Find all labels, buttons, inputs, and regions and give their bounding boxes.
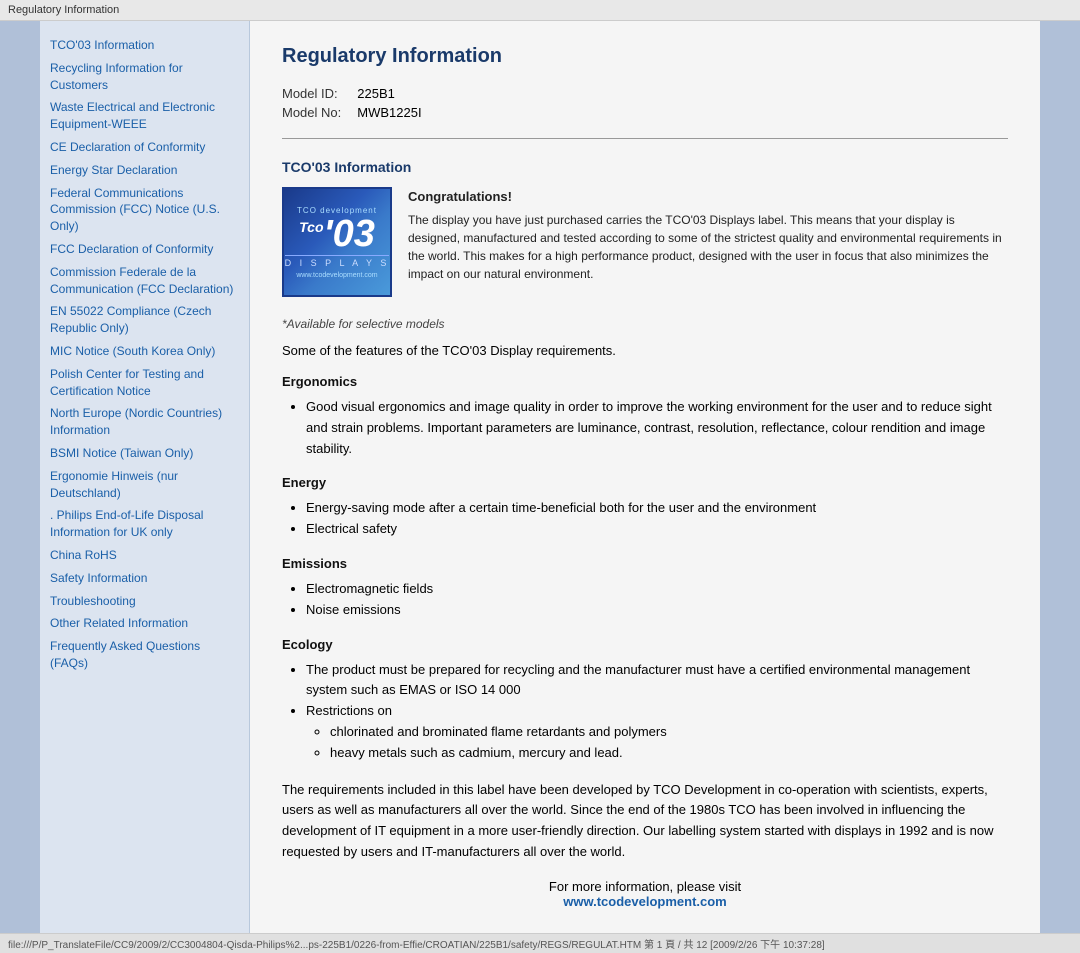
right-panel [1040,21,1080,933]
left-panel [0,21,40,933]
sidebar-link-philips[interactable]: . Philips End-of-Life Disposal Informati… [50,507,239,541]
tco-description: Congratulations! The display you have ju… [408,187,1008,297]
sidebar-link-ce[interactable]: CE Declaration of Conformity [50,139,239,156]
sidebar-link-ergonomie[interactable]: Ergonomie Hinweis (nur Deutschland) [50,468,239,502]
center-text: For more information, please visit [549,879,741,894]
sidebar: TCO'03 Information Recycling Information … [40,21,250,933]
sidebar-link-troubleshooting[interactable]: Troubleshooting [50,593,239,610]
model-info: Model ID: 225B1 Model No: MWB1225I [282,84,1008,122]
tco-number: 03 [333,213,375,255]
body-text: The requirements included in this label … [282,780,1008,863]
energy-list: Energy-saving mode after a certain time-… [282,498,1008,540]
ecology-list: The product must be prepared for recycli… [282,660,1008,764]
sidebar-link-fcc-conformity[interactable]: FCC Declaration of Conformity [50,241,239,258]
model-divider [282,138,1008,139]
tco-logo: TCO development Tco '03 D I S P L A Y S … [282,187,392,297]
sidebar-link-faqs[interactable]: Frequently Asked Questions (FAQs) [50,638,239,672]
page-title: Regulatory Information [282,45,1008,68]
title-bar: Regulatory Information [0,0,1080,21]
tco-displays: D I S P L A Y S [285,255,390,268]
sidebar-link-weee[interactable]: Waste Electrical and Electronic Equipmen… [50,99,239,133]
list-item: Restrictions onchlorinated and brominate… [306,701,1008,763]
sidebar-link-safety[interactable]: Safety Information [50,570,239,587]
list-item: The product must be prepared for recycli… [306,660,1008,702]
emissions-title: Emissions [282,556,1008,571]
tco-url: www.tcodevelopment.com [285,272,390,279]
ergonomics-title: Ergonomics [282,374,1008,389]
status-bar: file:///P/P_TranslateFile/CC9/2009/2/CC3… [0,933,1080,953]
list-item: chlorinated and brominated flame retarda… [330,722,1008,743]
energy-title: Energy [282,475,1008,490]
italic-note: *Available for selective models [282,317,1008,331]
tco-section-title: TCO'03 Information [282,159,1008,175]
list-item: Electrical safety [306,519,1008,540]
list-item: Electromagnetic fields [306,579,1008,600]
congrats-title: Congratulations! [408,187,1008,207]
sidebar-link-other[interactable]: Other Related Information [50,615,239,632]
sidebar-link-recycling[interactable]: Recycling Information for Customers [50,60,239,94]
model-id-label: Model ID: [282,84,357,103]
congrats-text: The display you have just purchased carr… [408,211,1008,283]
model-no-label: Model No: [282,103,357,122]
sidebar-link-bsmi[interactable]: BSMI Notice (Taiwan Only) [50,445,239,462]
model-no-value: MWB1225I [357,103,437,122]
sidebar-link-china-rohs[interactable]: China RoHS [50,547,239,564]
tco-box: TCO development Tco '03 D I S P L A Y S … [282,187,1008,297]
emissions-list: Electromagnetic fieldsNoise emissions [282,579,1008,621]
sidebar-link-tco03[interactable]: TCO'03 Information [50,37,239,54]
list-item: Noise emissions [306,600,1008,621]
sidebar-link-fcc[interactable]: Federal Communications Commission (FCC) … [50,185,239,235]
list-item: Energy-saving mode after a certain time-… [306,498,1008,519]
sidebar-link-energy-star[interactable]: Energy Star Declaration [50,162,239,179]
sidebar-link-mic[interactable]: MIC Notice (South Korea Only) [50,343,239,360]
features-text: Some of the features of the TCO'03 Displ… [282,343,1008,358]
ergonomics-bullet: Good visual ergonomics and image quality… [306,397,1008,459]
sidebar-link-en55022[interactable]: EN 55022 Compliance (Czech Republic Only… [50,303,239,337]
sidebar-link-polish[interactable]: Polish Center for Testing and Certificat… [50,366,239,400]
list-item: heavy metals such as cadmium, mercury an… [330,743,1008,764]
center-text-block: For more information, please visit www.t… [282,879,1008,909]
status-bar-text: file:///P/P_TranslateFile/CC9/2009/2/CC3… [8,940,825,951]
ergonomics-list: Good visual ergonomics and image quality… [282,397,1008,459]
model-id-value: 225B1 [357,84,437,103]
tco-website-link[interactable]: www.tcodevelopment.com [563,894,727,909]
title-bar-text: Regulatory Information [8,4,119,16]
ecology-title: Ecology [282,637,1008,652]
ecology-sub-list: chlorinated and brominated flame retarda… [306,722,1008,764]
sidebar-link-nordic[interactable]: North Europe (Nordic Countries) Informat… [50,405,239,439]
sidebar-link-commission-federale[interactable]: Commission Federale de la Communication … [50,264,239,298]
content-area: Regulatory Information Model ID: 225B1 M… [250,21,1040,933]
